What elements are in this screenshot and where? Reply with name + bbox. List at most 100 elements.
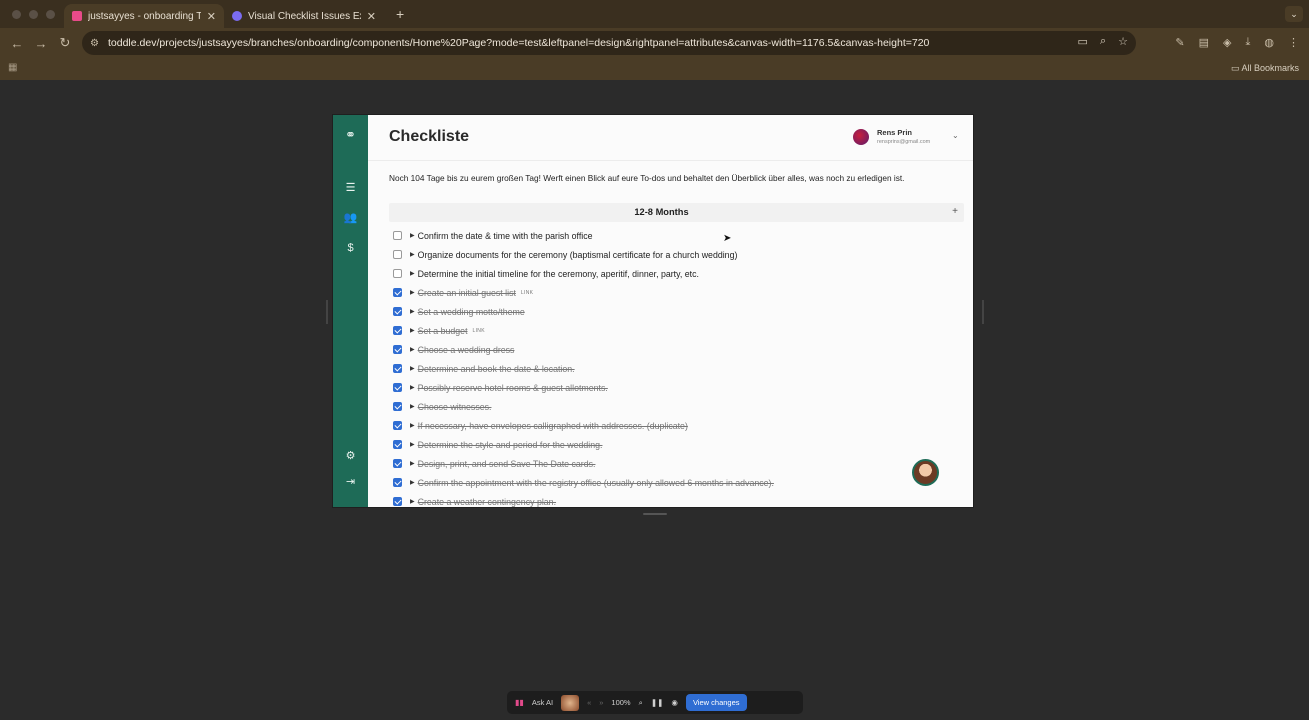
- item-checkbox[interactable]: [393, 440, 402, 449]
- checklist-item[interactable]: ▶ Determine the initial timeline for the …: [393, 264, 953, 283]
- view-changes-button[interactable]: View changes: [685, 694, 747, 711]
- expand-triangle-icon[interactable]: ▶: [410, 232, 415, 239]
- browser-tab-active[interactable]: justsayyes - onboarding Toddle ✕: [64, 4, 224, 28]
- expand-triangle-icon[interactable]: ▶: [410, 460, 415, 467]
- document-extension-icon[interactable]: ▤: [1199, 36, 1209, 49]
- section-header[interactable]: 12-8 Months +: [389, 203, 964, 222]
- expand-triangle-icon[interactable]: ▶: [410, 327, 415, 334]
- checklist-item[interactable]: ▶ Determine the style and period for the …: [393, 435, 953, 454]
- forward-icon[interactable]: →: [34, 36, 48, 51]
- apps-grid-icon[interactable]: ▦: [8, 62, 17, 73]
- section-title: 12-8 Months: [634, 207, 689, 217]
- expand-triangle-icon[interactable]: ▶: [410, 308, 415, 315]
- puzzle-extension-icon[interactable]: ◈: [1223, 36, 1231, 49]
- expand-triangle-icon[interactable]: ▶: [410, 270, 415, 277]
- item-checkbox[interactable]: [393, 269, 402, 278]
- all-bookmarks-button[interactable]: ▭ All Bookmarks: [1231, 63, 1299, 74]
- item-checkbox[interactable]: [393, 497, 402, 506]
- checklist-item[interactable]: ▶ Create a weather contingency plan.: [393, 492, 953, 507]
- checklist-item[interactable]: ▶ Confirm the appointment with the regist…: [393, 473, 953, 492]
- record-icon[interactable]: ◉: [671, 698, 678, 707]
- checklist-item[interactable]: ▶ If necessary, have envelopes calligraph…: [393, 416, 953, 435]
- chevron-down-icon[interactable]: ⌄: [952, 131, 959, 140]
- checklist-item[interactable]: ▶ Choose witnesses.: [393, 397, 953, 416]
- item-label: Organize documents for the ceremony (bap…: [417, 249, 738, 260]
- expand-section-icon[interactable]: +: [952, 206, 958, 217]
- item-checkbox[interactable]: [393, 345, 402, 354]
- profile-icon[interactable]: ◍: [1264, 36, 1274, 49]
- expand-triangle-icon[interactable]: ▶: [410, 479, 415, 486]
- item-checkbox[interactable]: [393, 383, 402, 392]
- item-checkbox[interactable]: [393, 421, 402, 430]
- checklist-item[interactable]: ▶ Set a wedding motto/theme: [393, 302, 953, 321]
- guests-icon[interactable]: 👥: [333, 211, 368, 224]
- pen-extension-icon[interactable]: ✎: [1175, 36, 1184, 49]
- redo-icon[interactable]: »: [599, 698, 603, 707]
- ask-ai-button[interactable]: Ask AI: [532, 698, 553, 707]
- expand-triangle-icon[interactable]: ▶: [410, 365, 415, 372]
- new-tab-button[interactable]: +: [396, 6, 404, 22]
- canvas-resize-handle-left[interactable]: [326, 300, 328, 324]
- close-tab-icon[interactable]: ✕: [367, 10, 376, 23]
- item-checkbox[interactable]: [393, 459, 402, 468]
- item-checkbox[interactable]: [393, 250, 402, 259]
- undo-icon[interactable]: «: [587, 698, 591, 707]
- cast-icon[interactable]: ▭: [1078, 35, 1088, 48]
- reload-icon[interactable]: ↻: [58, 35, 72, 51]
- checklist-item[interactable]: ▶ Possibly reserve hotel rooms & guest al…: [393, 378, 953, 397]
- logout-icon[interactable]: ⇥: [333, 475, 368, 488]
- checklist-item[interactable]: ▶ Determine and book the date & location.: [393, 359, 953, 378]
- download-icon[interactable]: ⤓: [1246, 36, 1251, 49]
- preview-thumbnail[interactable]: [561, 694, 580, 711]
- rings-logo-icon[interactable]: ⚭: [333, 127, 368, 143]
- item-checkbox[interactable]: [393, 307, 402, 316]
- zoom-level[interactable]: 100%: [611, 698, 630, 707]
- checklist-item[interactable]: ▶ Create an initial guest list LINK: [393, 283, 953, 302]
- address-bar[interactable]: ⚙ toddle.dev/projects/justsayyes/branche…: [82, 31, 1136, 55]
- tab-search-button[interactable]: ⌄: [1285, 6, 1303, 22]
- item-link-badge[interactable]: LINK: [473, 328, 485, 334]
- assistant-avatar[interactable]: [912, 459, 939, 486]
- url-text[interactable]: toddle.dev/projects/justsayyes/branches/…: [108, 37, 929, 49]
- expand-triangle-icon[interactable]: ▶: [410, 289, 415, 296]
- item-link-badge[interactable]: LINK: [521, 290, 533, 296]
- user-name: Rens Prin: [877, 128, 913, 137]
- item-checkbox[interactable]: [393, 326, 402, 335]
- item-checkbox[interactable]: [393, 231, 402, 240]
- browser-tab[interactable]: Visual Checklist Issues Explained ✕: [224, 4, 384, 28]
- user-menu[interactable]: Rens Prin rensprins@gmail.com: [853, 128, 930, 145]
- item-checkbox[interactable]: [393, 478, 402, 487]
- close-tab-icon[interactable]: ✕: [207, 10, 216, 23]
- expand-triangle-icon[interactable]: ▶: [410, 498, 415, 505]
- expand-triangle-icon[interactable]: ▶: [410, 403, 415, 410]
- checklist-item[interactable]: ▶ Choose a wedding dress: [393, 340, 953, 359]
- settings-gear-icon[interactable]: ⚙: [333, 449, 368, 462]
- canvas-resize-handle-right[interactable]: [982, 300, 984, 324]
- pause-icon[interactable]: ❚❚: [651, 698, 664, 707]
- checklist-item[interactable]: ▶ Organize documents for the ceremony (ba…: [393, 245, 953, 264]
- bookmark-star-icon[interactable]: ☆: [1118, 35, 1128, 48]
- expand-triangle-icon[interactable]: ▶: [410, 384, 415, 391]
- checklist-item[interactable]: ▶ Confirm the date & time with the parish…: [393, 226, 953, 245]
- item-checkbox[interactable]: [393, 364, 402, 373]
- tab-title: Visual Checklist Issues Explained: [248, 10, 361, 22]
- site-settings-icon[interactable]: ⚙: [90, 38, 104, 49]
- zoom-icon[interactable]: ⌕: [1100, 35, 1106, 48]
- back-icon[interactable]: ←: [10, 36, 24, 51]
- canvas-resize-handle-bottom[interactable]: [643, 513, 667, 515]
- checklist-item[interactable]: ▶ Set a budget LINK: [393, 321, 953, 340]
- item-checkbox[interactable]: [393, 288, 402, 297]
- more-menu-icon[interactable]: ⋮: [1288, 36, 1299, 49]
- expand-triangle-icon[interactable]: ▶: [410, 422, 415, 429]
- checklist-item[interactable]: ▶ Design, print, and send Save The Date c…: [393, 454, 953, 473]
- window-controls[interactable]: [12, 9, 64, 19]
- expand-triangle-icon[interactable]: ▶: [410, 251, 415, 258]
- zoom-icon[interactable]: ⌕: [639, 698, 643, 708]
- expand-triangle-icon[interactable]: ▶: [410, 346, 415, 353]
- toddle-favicon-icon: [72, 11, 82, 21]
- checklist-icon[interactable]: ☰: [333, 181, 368, 194]
- page-title: Checkliste: [389, 128, 470, 145]
- item-checkbox[interactable]: [393, 402, 402, 411]
- budget-bag-icon[interactable]: $: [333, 242, 368, 254]
- expand-triangle-icon[interactable]: ▶: [410, 441, 415, 448]
